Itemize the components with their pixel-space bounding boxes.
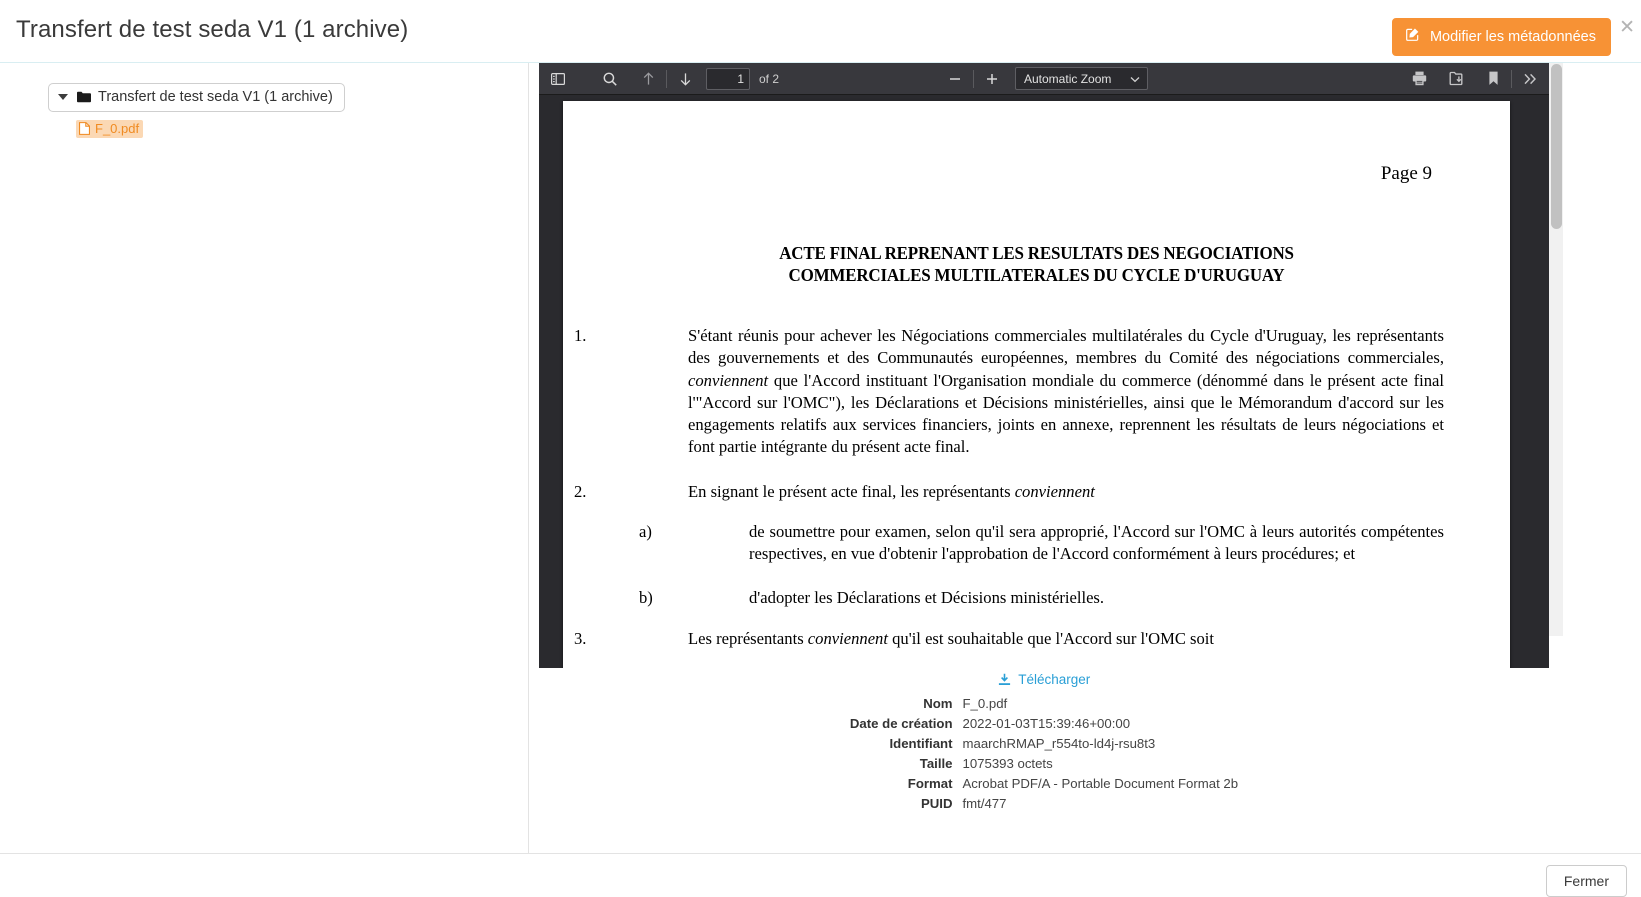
file-metadata-block: Télécharger Nom F_0.pdf Date de création… xyxy=(539,671,1549,816)
pdf-paragraph-3-text-b: qu'il est souhaitable que l'Accord sur l… xyxy=(888,629,1214,648)
toolbar-divider xyxy=(666,70,667,88)
pdf-scrollbar[interactable] xyxy=(1549,63,1563,636)
zoom-select-wrap: Automatic Zoom xyxy=(1007,67,1148,90)
pdf-paragraph-1-emphasis: conviennent xyxy=(688,371,768,390)
toolbar-divider-right xyxy=(1511,70,1512,88)
minus-icon[interactable] xyxy=(940,66,970,92)
pdf-paragraph-2-text-a: En signant le présent acte final, les re… xyxy=(688,482,1015,501)
pdf-toolbar-left: of 2 xyxy=(543,66,779,92)
table-row: Taille 1075393 octets xyxy=(850,756,1238,776)
search-icon[interactable] xyxy=(595,66,625,92)
download-label: Télécharger xyxy=(1018,672,1090,687)
metadata-value: Acrobat PDF/A - Portable Document Format… xyxy=(963,776,1239,796)
metadata-value: maarchRMAP_r554to-ld4j-rsu8t3 xyxy=(963,736,1239,756)
tree-root-node[interactable]: Transfert de test seda V1 (1 archive) xyxy=(48,83,345,112)
close-button[interactable]: Fermer xyxy=(1546,865,1627,897)
pdf-toolbar: of 2 xyxy=(539,63,1549,95)
metadata-key: Format xyxy=(850,776,963,796)
pdf-toolbar-zoom-controls: Automatic Zoom xyxy=(940,66,1148,92)
toolbar-divider-zoom xyxy=(973,70,974,88)
pdf-file-icon xyxy=(79,122,90,135)
download-icon[interactable] xyxy=(1441,66,1471,92)
pdf-document-title: ACTE FINAL REPRENANT LES RESULTATS DES N… xyxy=(672,243,1400,286)
pdf-paragraph-1-text-b: que l'Accord instituant l'Organisation m… xyxy=(688,371,1444,456)
folder-icon xyxy=(77,91,91,103)
pdf-paragraph-1-text-a: S'étant réunis pour achever les Négociat… xyxy=(688,326,1444,367)
metadata-value: 2022-01-03T15:39:46+00:00 xyxy=(963,716,1239,736)
table-row: PUID fmt/477 xyxy=(850,796,1238,816)
plus-icon[interactable] xyxy=(977,66,1007,92)
pencil-square-icon xyxy=(1405,27,1420,46)
edit-metadata-button[interactable]: Modifier les métadonnées xyxy=(1392,18,1611,56)
pdf-scrollbar-thumb[interactable] xyxy=(1551,64,1562,229)
download-link[interactable]: Télécharger xyxy=(998,672,1091,689)
pdf-viewer-pane: of 2 xyxy=(529,63,1641,853)
modal-body: Transfert de test seda V1 (1 archive) F_… xyxy=(0,63,1641,853)
pdf-paragraph-1: 1.S'étant réunis pour achever les Négoci… xyxy=(631,325,1444,457)
tree-item-f0-pdf[interactable]: F_0.pdf xyxy=(76,120,143,138)
edit-metadata-label: Modifier les métadonnées xyxy=(1430,29,1596,45)
zoom-select[interactable]: Automatic Zoom xyxy=(1015,67,1148,90)
bookmark-icon[interactable] xyxy=(1478,66,1508,92)
print-icon[interactable] xyxy=(1404,66,1434,92)
pdf-subitem-b: b)d'adopter les Déclarations et Décision… xyxy=(694,587,1444,609)
download-arrow-icon xyxy=(998,673,1011,689)
pdf-subitem-a: a)de soumettre pour examen, selon qu'il … xyxy=(694,521,1444,565)
modal-footer: Fermer xyxy=(0,853,1641,894)
sidebar-toggle-icon[interactable] xyxy=(543,66,573,92)
caret-down-icon[interactable] xyxy=(58,94,68,100)
tree-child-row: F_0.pdf xyxy=(0,112,528,140)
metadata-key: Identifiant xyxy=(850,736,963,756)
metadata-value: 1075393 octets xyxy=(963,756,1239,776)
metadata-key: Date de création xyxy=(850,716,963,736)
metadata-key: Nom xyxy=(850,696,963,716)
metadata-value: fmt/477 xyxy=(963,796,1239,816)
tree-item-label: F_0.pdf xyxy=(95,121,139,136)
archive-tree-pane: Transfert de test seda V1 (1 archive) F_… xyxy=(0,63,529,853)
tree-root-label: Transfert de test seda V1 (1 archive) xyxy=(98,89,333,105)
table-row: Identifiant maarchRMAP_r554to-ld4j-rsu8t… xyxy=(850,736,1238,756)
pdf-frame: of 2 xyxy=(539,63,1549,668)
arrow-down-icon[interactable] xyxy=(670,66,700,92)
pdf-subitem-a-text: de soumettre pour examen, selon qu'il se… xyxy=(749,522,1444,563)
pdf-toolbar-right xyxy=(1404,66,1545,92)
arrow-up-icon[interactable] xyxy=(633,66,663,92)
modal-header: Transfert de test seda V1 (1 archive) Mo… xyxy=(0,0,1641,63)
metadata-table: Nom F_0.pdf Date de création 2022-01-03T… xyxy=(850,696,1238,816)
close-icon[interactable]: ✕ xyxy=(1619,18,1635,37)
double-chevron-right-icon[interactable] xyxy=(1515,66,1545,92)
table-row: Format Acrobat PDF/A - Portable Document… xyxy=(850,776,1238,796)
page-number-input[interactable] xyxy=(706,68,750,90)
metadata-table-body: Nom F_0.pdf Date de création 2022-01-03T… xyxy=(850,696,1238,816)
metadata-key: Taille xyxy=(850,756,963,776)
page-total-label: of 2 xyxy=(759,72,779,86)
pdf-subitem-a-label: a) xyxy=(694,521,749,543)
pdf-title-line-1: ACTE FINAL REPRENANT LES RESULTATS DES N… xyxy=(672,243,1400,265)
pdf-subitem-b-text: d'adopter les Déclarations et Décisions … xyxy=(749,588,1104,607)
pdf-paragraph-3-number: 3. xyxy=(631,628,688,650)
pdf-paragraph-3-emphasis: conviennent xyxy=(808,629,888,648)
metadata-value: F_0.pdf xyxy=(963,696,1239,716)
page-title: Transfert de test seda V1 (1 archive) xyxy=(16,16,408,44)
pdf-paragraph-2-number: 2. xyxy=(631,481,688,503)
pdf-paragraph-1-number: 1. xyxy=(631,325,688,347)
pdf-paragraph-2-emphasis: conviennent xyxy=(1015,482,1095,501)
table-row: Date de création 2022-01-03T15:39:46+00:… xyxy=(850,716,1238,736)
pdf-viewport[interactable]: Page 9 ACTE FINAL REPRENANT LES RESULTAT… xyxy=(539,95,1549,668)
pdf-paragraph-3: 3.Les représentants conviennent qu'il es… xyxy=(631,628,1444,650)
pdf-title-line-2: COMMERCIALES MULTILATERALES DU CYCLE D'U… xyxy=(672,265,1400,287)
pdf-page-label: Page 9 xyxy=(609,163,1464,185)
metadata-key: PUID xyxy=(850,796,963,816)
pdf-paragraph-2: 2.En signant le présent acte final, les … xyxy=(631,481,1444,503)
pdf-subitem-b-label: b) xyxy=(694,587,749,609)
pdf-page-canvas: Page 9 ACTE FINAL REPRENANT LES RESULTAT… xyxy=(563,101,1510,668)
table-row: Nom F_0.pdf xyxy=(850,696,1238,716)
pdf-paragraph-3-text-a: Les représentants xyxy=(688,629,808,648)
